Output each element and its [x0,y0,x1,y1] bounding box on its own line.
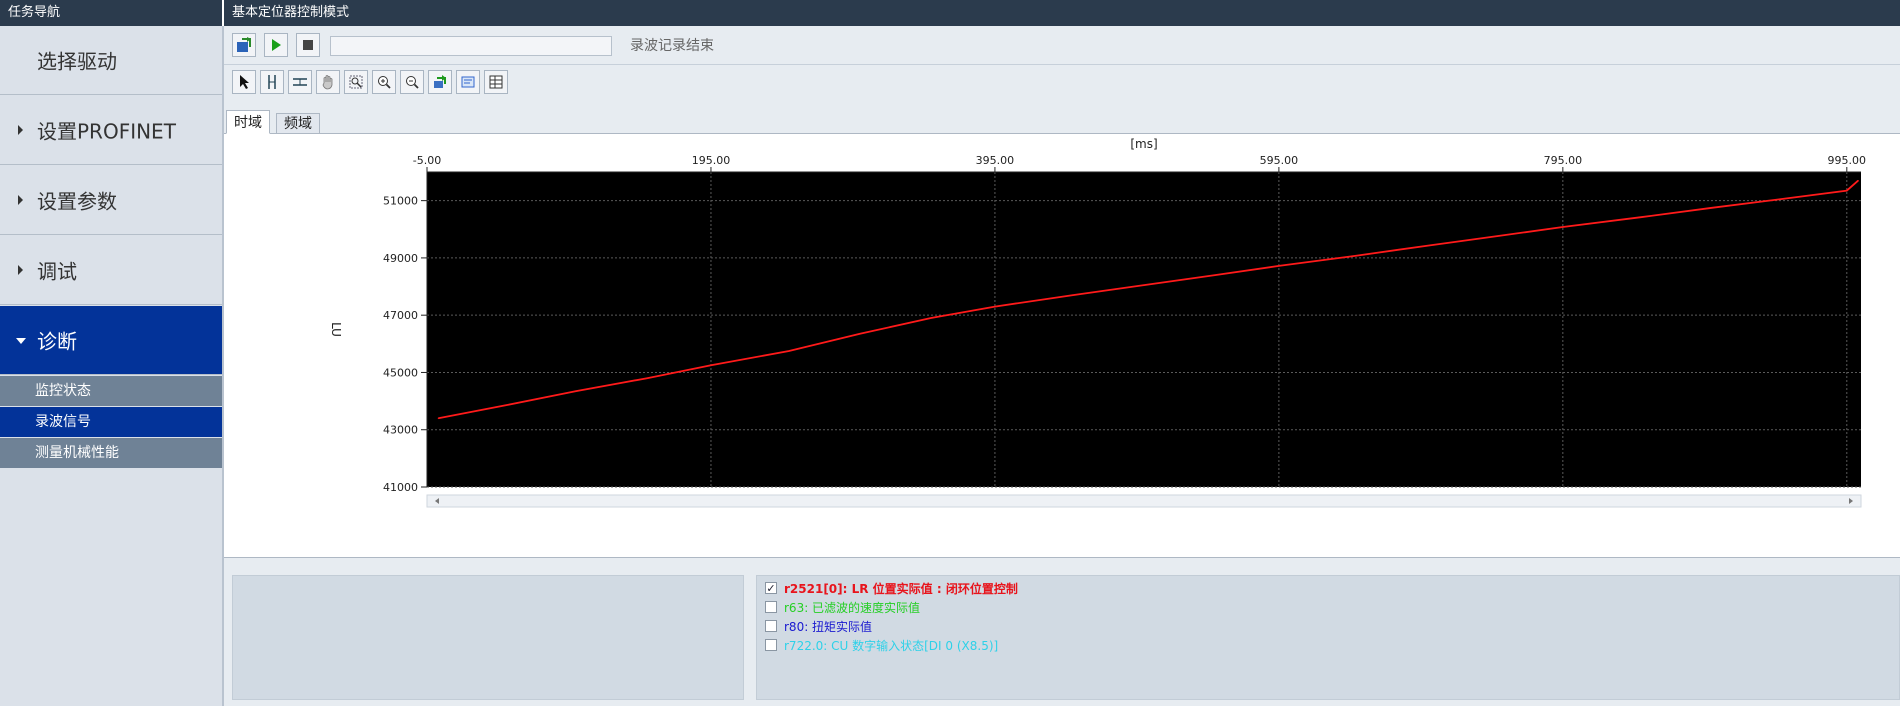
hand-pan-icon[interactable] [316,70,340,94]
sub-monitor-status[interactable]: 监控状态 [0,376,222,406]
y-tick-label: 51000 [383,195,418,208]
legend-checkbox[interactable]: ✓ [765,582,777,594]
legend-item: ✓ r2521[0]: LR 位置实际值 : 闭环位置控制 [765,579,1018,597]
y-tick-label: 49000 [383,252,418,265]
legend-item: r722.0: CU 数字输入状态[DI 0 (X8.5)] [765,636,998,654]
data-point [1562,226,1564,228]
data-point [788,350,790,352]
data-point [1640,216,1642,218]
expand-arrow-icon [18,195,23,205]
stop-icon[interactable] [296,33,320,57]
x-tick-label: 595.00 [1260,154,1299,167]
data-point [1278,265,1280,267]
main-area: 录波记录结束 时域 频域 [ms] LU -5.00 195.00 395.00… [224,26,1900,706]
horizontal-cursor-icon[interactable] [288,70,312,94]
zoom-fit-icon[interactable] [344,70,368,94]
y-tick-label: 41000 [383,481,418,494]
expand-arrow-icon [18,125,23,135]
expand-arrow-icon [18,265,23,275]
data-point [437,417,439,419]
pointer-icon[interactable] [232,70,256,94]
settings-icon[interactable] [456,70,480,94]
table-icon[interactable] [484,70,508,94]
data-point [575,390,577,392]
sub-measure-mechanics[interactable]: 测量机械性能 [0,438,222,468]
sidebar: 选择驱动 设置PROFINET 设置参数 调试 诊断 监控状态 录波信号 测量机… [0,26,224,706]
data-point [710,364,712,366]
data-point [1857,179,1859,182]
legend-label: r722.0: CU 数字输入状态[DI 0 (X8.5)] [784,638,999,653]
signal-info-panel [232,575,744,700]
tab-time-domain[interactable]: 时域 [226,110,270,134]
data-point [994,305,996,308]
window-title: 基本定位器控制模式 [224,0,1900,26]
data-point [1072,294,1074,296]
collapse-arrow-icon [16,338,26,344]
x-tick-label: 995.00 [1828,154,1867,167]
y-axis-label: LU [329,322,343,337]
data-point [1356,255,1358,257]
nav-parameters[interactable]: 设置参数 [0,166,222,235]
zoom-out-icon[interactable] [400,70,424,94]
y-tick-label: 45000 [383,366,418,379]
legend-label: r63: 已滤波的速度实际值 [784,600,921,615]
legend-item: r80: 扭矩实际值 [765,617,872,635]
nav-select-drive-label: 选择驱动 [37,49,117,74]
x-axis-label: [ms] [1130,137,1157,151]
plot-panel: [ms] LU -5.00 195.00 395.00 595.00 795.00 995.0… [224,133,1900,558]
trace-progress-bar [330,36,612,56]
legend-label: r2521[0]: LR 位置实际值 : 闭环位置控制 [784,581,1018,596]
signal-legend-panel: ✓ r2521[0]: LR 位置实际值 : 闭环位置控制 r63: 已滤波的速… [756,575,1900,700]
tab-frequency-domain[interactable]: 频域 [276,113,320,134]
data-point [1711,207,1713,209]
play-icon[interactable] [264,33,288,57]
y-tick-label: 47000 [383,309,418,322]
chart-toolbar [224,64,1900,98]
trace-toolbar: 录波记录结束 [224,26,1900,65]
nav-profinet[interactable]: 设置PROFINET [0,96,222,165]
data-point [1498,235,1500,237]
nav-select-drive[interactable]: 选择驱动 [0,26,222,95]
start-trace-config-icon[interactable] [232,33,256,57]
data-point [1143,284,1145,286]
task-navigation-title: 任务导航 [0,0,222,26]
chart-scrollbar [426,494,1862,508]
legend-checkbox[interactable] [765,601,777,613]
data-point [930,317,932,319]
nav-parameters-label: 设置参数 [37,189,117,214]
nav-commissioning[interactable]: 调试 [0,236,222,305]
legend-checkbox[interactable] [765,639,777,651]
sub-trace-signals[interactable]: 录波信号 [0,407,222,437]
nav-commissioning-label: 调试 [37,259,77,284]
data-point [1782,198,1784,200]
data-point [1427,244,1429,247]
data-point [859,333,861,335]
x-tick-label: 395.00 [976,154,1015,167]
trace-chart[interactable]: [ms] LU -5.00 195.00 395.00 595.00 795.00 995.0… [224,134,1900,557]
data-point [504,404,506,406]
x-tick-label: 195.00 [692,154,731,167]
data-point [1846,190,1848,192]
plot-area [427,172,1861,487]
y-tick-label: 43000 [383,424,418,437]
data-point [646,377,648,379]
nav-diagnostics-label: 诊断 [37,329,77,354]
legend-item: r63: 已滤波的速度实际值 [765,598,920,616]
legend-label: r80: 扭矩实际值 [784,619,873,634]
x-tick-label: 795.00 [1544,154,1583,167]
trace-status-text: 录波记录结束 [630,38,714,54]
vertical-cursor-icon[interactable] [260,70,284,94]
nav-diagnostics[interactable]: 诊断 [0,306,222,375]
export-icon[interactable] [428,70,452,94]
zoom-in-icon[interactable] [372,70,396,94]
bottom-area: ✓ r2521[0]: LR 位置实际值 : 闭环位置控制 r63: 已滤波的速… [224,558,1900,706]
data-point [1214,274,1216,276]
nav-profinet-label: 设置PROFINET [37,119,176,144]
legend-checkbox[interactable] [765,620,777,632]
x-tick-label: -5.00 [413,154,441,167]
